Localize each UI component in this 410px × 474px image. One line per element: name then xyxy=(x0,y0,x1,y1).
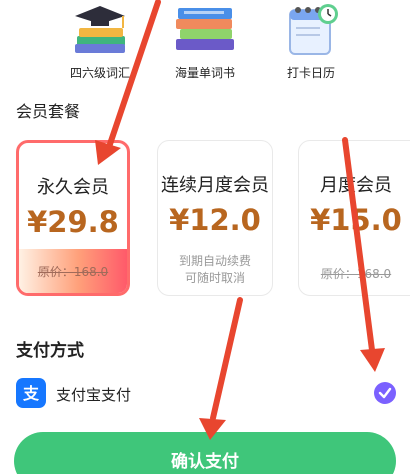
payment-title: 支付方式 xyxy=(16,341,84,361)
original-price-text: 原价：168.0 xyxy=(37,264,109,279)
plan-price: ¥15.0 xyxy=(310,203,402,237)
alipay-icon-glyph: 支 xyxy=(22,384,40,403)
calendar-clock-icon xyxy=(289,4,338,55)
plan-price: ¥12.0 xyxy=(169,203,261,237)
feature-label: 海量单词书 xyxy=(174,66,235,80)
plan-card-auto-monthly[interactable]: 连续月度会员 ¥12.0 到期自动续费 可随时取消 xyxy=(157,140,273,296)
plan-note-line1: 到期自动续费 xyxy=(178,254,251,268)
feature-label: 打卡日历 xyxy=(286,66,335,80)
alipay-icon: 支 xyxy=(16,378,46,408)
plan-name: 月度会员 xyxy=(320,175,392,196)
check-circle-icon[interactable] xyxy=(374,382,396,404)
payment-option-alipay[interactable]: 支 支付宝支付 xyxy=(16,376,396,412)
payment-method-label: 支付宝支付 xyxy=(56,386,132,404)
feature-row: 四六级词汇 海量单词书 打卡日历 xyxy=(0,0,410,92)
plan-note-line2: 可随时取消 xyxy=(184,271,245,285)
plan-name: 永久会员 xyxy=(37,177,109,198)
plan-original-price: 原价：168.0 xyxy=(19,249,127,293)
grad-cap-books-icon xyxy=(75,6,125,53)
membership-title: 会员套餐 xyxy=(16,102,81,121)
confirm-pay-button[interactable]: 确认支付 xyxy=(14,432,396,474)
arrowhead-checkbox xyxy=(360,348,385,372)
book-stack-icon xyxy=(176,8,234,50)
plan-note: 到期自动续费 可随时取消 xyxy=(158,253,272,287)
plan-original-price: 原价：168.0 xyxy=(299,251,410,295)
plan-card-monthly[interactable]: 月度会员 ¥15.0 原价：168.0 xyxy=(298,140,410,296)
original-price-text: 原价：168.0 xyxy=(320,266,392,281)
plan-price: ¥29.8 xyxy=(27,205,119,239)
plan-name: 连续月度会员 xyxy=(161,175,269,196)
feature-label: 四六级词汇 xyxy=(69,66,130,80)
plan-card-lifetime[interactable]: 永久会员 ¥29.8 原价：168.0 xyxy=(16,140,130,296)
